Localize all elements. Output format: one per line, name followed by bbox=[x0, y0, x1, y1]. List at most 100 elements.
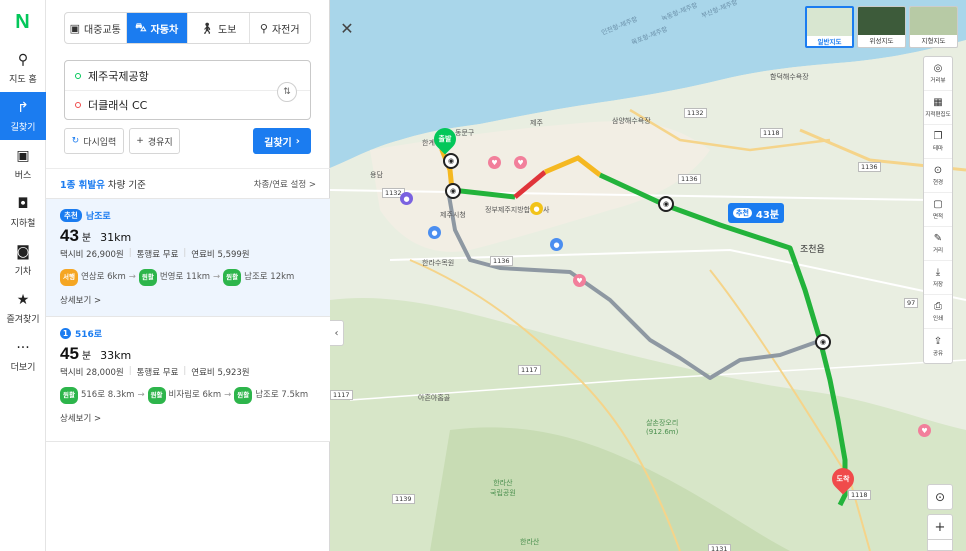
poi-blue-icon[interactable]: ● bbox=[550, 238, 563, 251]
favorite-heart-icon[interactable]: ♥ bbox=[514, 156, 527, 169]
origin-field[interactable]: 제주국제공항 bbox=[65, 61, 310, 90]
nav-item-train[interactable]: ◙ 기차 bbox=[0, 236, 46, 284]
route-option-recommended[interactable]: 추천 남조로 43 분 31km 택시비 26,900원 | 통행료 무료 | … bbox=[46, 198, 330, 316]
tool-streetview[interactable]: ◎ 거리뷰 bbox=[924, 57, 952, 91]
tab-car[interactable]: ⛍ 자동차 bbox=[126, 13, 188, 43]
nav-item-label: 지도 홈 bbox=[9, 74, 37, 85]
nav-item-map-home[interactable]: ⚲ 지도 홈 bbox=[0, 44, 46, 92]
nav-item-favorites[interactable]: ★ 즐겨찾기 bbox=[0, 284, 46, 332]
place-label[interactable]: 한라수목원 bbox=[422, 258, 454, 268]
segment-text: 남조로 7.5km bbox=[255, 390, 309, 400]
route-option-alternative[interactable]: 1 516로 45 분 33km 택시비 28,000원 | 통행료 무료 | … bbox=[46, 316, 330, 442]
map-type-satellite[interactable]: 위성지도 bbox=[857, 6, 906, 48]
tab-bike[interactable]: ⚲ 자전거 bbox=[250, 13, 311, 43]
place-label[interactable]: 제주시청 bbox=[440, 210, 466, 220]
add-waypoint-button[interactable]: + 경유지 bbox=[129, 128, 180, 154]
route-minutes-unit: 분 bbox=[81, 233, 92, 244]
place-label[interactable]: 함덕해수욕장 bbox=[770, 72, 809, 82]
route-detail-link[interactable]: 상세보기 > bbox=[60, 412, 316, 424]
vehicle-settings-link[interactable]: 차종/연료 설정 > bbox=[254, 178, 316, 190]
place-label: 동문구 bbox=[455, 129, 475, 137]
traffic-badge: 원활 bbox=[234, 387, 253, 404]
taxi-fare: 택시비 26,900원 bbox=[60, 250, 124, 260]
tool-share[interactable]: ⇪ 공유 bbox=[924, 329, 952, 363]
traffic-badge: 원활 bbox=[138, 269, 157, 286]
left-nav: N ⚲ 지도 홈 ↱ 길찾기 ▣ 버스 ◘ 지하철 ◙ 기차 ★ 즐겨찾기 ··… bbox=[0, 0, 46, 551]
tool-label: 지적편집도 bbox=[925, 112, 951, 118]
tool-cadastral[interactable]: ▦ 지적편집도 bbox=[924, 91, 952, 125]
route-minutes: 45 bbox=[60, 344, 79, 363]
tab-transit[interactable]: ▣ 대중교통 bbox=[65, 13, 127, 43]
favorite-heart-icon[interactable]: ♥ bbox=[573, 274, 586, 287]
nav-item-label: 길찾기 bbox=[10, 122, 36, 133]
favorite-heart-icon[interactable]: ♥ bbox=[488, 156, 501, 169]
zoom-control bbox=[927, 540, 953, 551]
theme-icon: ❐ bbox=[933, 131, 943, 142]
start-marker[interactable]: 출발 bbox=[429, 123, 461, 155]
tool-distance[interactable]: ✎ 거리 bbox=[924, 227, 952, 261]
naver-logo[interactable]: N bbox=[0, 0, 45, 44]
vehicle-type[interactable]: 1종 휘발유 bbox=[60, 177, 105, 191]
map-thumb-image bbox=[807, 8, 852, 36]
speed-camera-icon[interactable]: ◉ bbox=[443, 153, 459, 169]
tool-boundary[interactable]: ⊙ 현경 bbox=[924, 159, 952, 193]
road-number: 1136 bbox=[678, 174, 701, 184]
tool-area[interactable]: ▢ 면적 bbox=[924, 193, 952, 227]
route-time-label[interactable]: 추천 43분 bbox=[728, 203, 785, 223]
toll-fee: 통행료 무료 bbox=[136, 368, 179, 378]
train-icon: ◙ bbox=[16, 243, 30, 260]
route-costs: 택시비 26,900원 | 통행료 무료 | 연료비 5,599원 bbox=[60, 248, 316, 260]
map-pin-icon: ⚲ bbox=[17, 51, 29, 68]
map-type-terrain[interactable]: 지형지도 bbox=[909, 6, 958, 48]
nav-item-directions[interactable]: ↱ 길찾기 bbox=[0, 92, 46, 140]
speed-camera-icon[interactable]: ◉ bbox=[445, 183, 461, 199]
my-location-icon[interactable]: ⊙ bbox=[927, 484, 953, 510]
nav-item-bus[interactable]: ▣ 버스 bbox=[0, 140, 46, 188]
poi-blue-icon[interactable]: ● bbox=[428, 226, 441, 239]
origin-dot-icon bbox=[75, 72, 81, 79]
map-graphics bbox=[330, 0, 966, 551]
place-label[interactable]: 삼양해수욕장 bbox=[612, 116, 651, 126]
collapse-panel-button[interactable]: ‹ bbox=[330, 320, 344, 346]
arrow-right-icon: → bbox=[224, 390, 232, 400]
route-header: 1 516로 bbox=[60, 327, 316, 340]
route-header: 추천 남조로 bbox=[60, 209, 316, 222]
bus-icon: ▣ bbox=[69, 21, 81, 35]
bus-icon: ▣ bbox=[16, 147, 30, 164]
route-minutes: 43 bbox=[60, 226, 79, 245]
close-icon[interactable]: ✕ bbox=[332, 13, 362, 43]
vehicle-bar: 1종 휘발유 차량 기준 차종/연료 설정 > bbox=[46, 168, 330, 198]
nav-item-label: 버스 bbox=[14, 170, 32, 181]
zoom-in-button[interactable]: + bbox=[927, 514, 953, 540]
nav-item-subway[interactable]: ◘ 지하철 bbox=[0, 188, 46, 236]
reset-button[interactable]: ↻ 다시입력 bbox=[64, 128, 124, 154]
directions-panel: ▣ 대중교통 ⛍ 자동차 🚶︎ 도보 ⚲ 자전거 ✕ 제주국제공항 더클래식 C… bbox=[46, 0, 354, 551]
search-route-button[interactable]: 길찾기 › bbox=[253, 128, 311, 154]
tool-print[interactable]: ⎙ 인쇄 bbox=[924, 295, 952, 329]
map-canvas[interactable]: 인천항-제주항 목포항-제주항 녹동항-제주항 부산항-제주항 삼양해수욕장 함… bbox=[330, 0, 966, 551]
nav-item-more[interactable]: ··· 더보기 bbox=[0, 332, 46, 380]
poi-purple-icon[interactable]: ● bbox=[400, 192, 413, 205]
print-icon: ⎙ bbox=[934, 301, 942, 312]
tool-label: 거리 bbox=[932, 248, 944, 254]
route-detail-link[interactable]: 상세보기 > bbox=[60, 294, 316, 306]
car-icon: ⛍ bbox=[135, 20, 147, 34]
poi-yellow-icon[interactable]: ● bbox=[530, 202, 543, 215]
recommended-badge: 추천 bbox=[733, 208, 752, 218]
favorite-heart-icon[interactable]: ♥ bbox=[918, 424, 931, 437]
tool-theme[interactable]: ❐ 테마 bbox=[924, 125, 952, 159]
speed-camera-icon[interactable]: ◉ bbox=[815, 334, 831, 350]
swap-icon[interactable]: ⇅ bbox=[277, 82, 297, 102]
speed-camera-icon[interactable]: ◉ bbox=[658, 196, 674, 212]
map-type-normal[interactable]: 일반지도 bbox=[805, 6, 854, 48]
place-label[interactable]: 아흔아홉골 bbox=[418, 393, 450, 403]
road-number: 1136 bbox=[490, 256, 513, 266]
route-number-badge: 1 bbox=[60, 328, 71, 339]
road-number: 1117 bbox=[518, 365, 541, 375]
directions-icon: ↱ bbox=[17, 99, 29, 116]
end-marker[interactable]: 도착 bbox=[827, 463, 859, 495]
tool-save[interactable]: ⤓ 저장 bbox=[924, 261, 952, 295]
tab-walk[interactable]: 🚶︎ 도보 bbox=[188, 13, 250, 43]
tool-label: 저장 bbox=[932, 282, 944, 288]
destination-field[interactable]: 더클래식 CC bbox=[65, 90, 310, 119]
